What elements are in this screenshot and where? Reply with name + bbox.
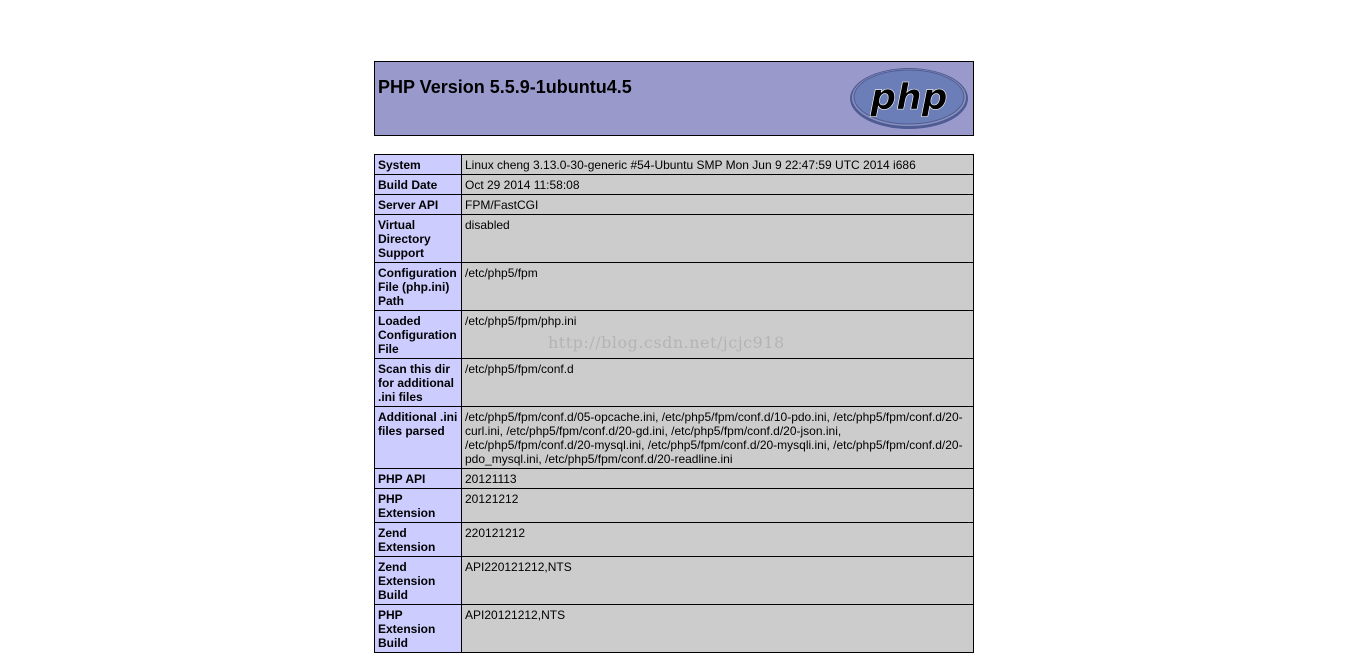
info-table: System Linux cheng 3.13.0-30-generic #54-… <box>374 154 974 653</box>
row-value: 220121212 <box>461 522 974 557</box>
php-logo-text: php <box>869 77 947 118</box>
table-row: System Linux cheng 3.13.0-30-generic #54-… <box>374 154 974 175</box>
table-row: PHP API 20121113 <box>374 468 974 489</box>
row-key: PHP Extension Build <box>374 604 462 653</box>
table-row: Zend Extension Build API220121212,NTS <box>374 556 974 605</box>
table-row: Zend Extension 220121212 <box>374 522 974 557</box>
row-value: 20121113 <box>461 468 974 489</box>
row-key: Zend Extension Build <box>374 556 462 605</box>
table-row: Additional .ini files parsed/etc/php5/fp… <box>374 406 974 469</box>
php-logo: php <box>850 68 968 129</box>
row-value: API220121212,NTS <box>461 556 974 605</box>
table-row: Scan this dir for additional .ini files /… <box>374 358 974 407</box>
table-row: Loaded Configuration File/etc/php5/fpm/p… <box>374 310 974 359</box>
phpinfo-container: PHP Version 5.5.9-1ubuntu4.5 php System L… <box>374 61 974 653</box>
table-row: Virtual Directory Support disabled <box>374 214 974 263</box>
row-key: Zend Extension <box>374 522 462 557</box>
table-row: Server API FPM/FastCGI <box>374 194 974 215</box>
row-key: Additional .ini files parsed <box>374 406 462 469</box>
row-key: System <box>374 154 462 175</box>
table-row: PHP Extension Build API20121212,NTS <box>374 604 974 653</box>
row-value: /etc/php5/fpm <box>461 262 974 311</box>
table-row: Build Date Oct 29 2014 11:58:08 <box>374 174 974 195</box>
row-key: Loaded Configuration File <box>374 310 462 359</box>
row-key: PHP Extension <box>374 488 462 523</box>
row-value: FPM/FastCGI <box>461 194 974 215</box>
row-key: Configuration File (php.ini) Path <box>374 262 462 311</box>
table-row: Configuration File (php.ini) Path/etc/ph… <box>374 262 974 311</box>
row-key: PHP API <box>374 468 462 489</box>
row-key: Build Date <box>374 174 462 195</box>
row-value: Oct 29 2014 11:58:08 <box>461 174 974 195</box>
row-key: Virtual Directory Support <box>374 214 462 263</box>
row-key: Server API <box>374 194 462 215</box>
row-value: API20121212,NTS <box>461 604 974 653</box>
phpinfo-header: PHP Version 5.5.9-1ubuntu4.5 php <box>374 61 974 136</box>
row-value: disabled <box>461 214 974 263</box>
row-value: /etc/php5/fpm/conf.d <box>461 358 974 407</box>
row-value: /etc/php5/fpm/conf.d/05-opcache.ini, /et… <box>461 406 974 469</box>
page-title: PHP Version 5.5.9-1ubuntu4.5 <box>378 77 632 97</box>
row-value: 20121212 <box>461 488 974 523</box>
row-value: /etc/php5/fpm/php.ini <box>461 310 974 359</box>
row-key: Scan this dir for additional .ini files <box>374 358 462 407</box>
row-value: Linux cheng 3.13.0-30-generic #54-Ubuntu… <box>461 154 974 175</box>
table-row: PHP Extension 20121212 <box>374 488 974 523</box>
